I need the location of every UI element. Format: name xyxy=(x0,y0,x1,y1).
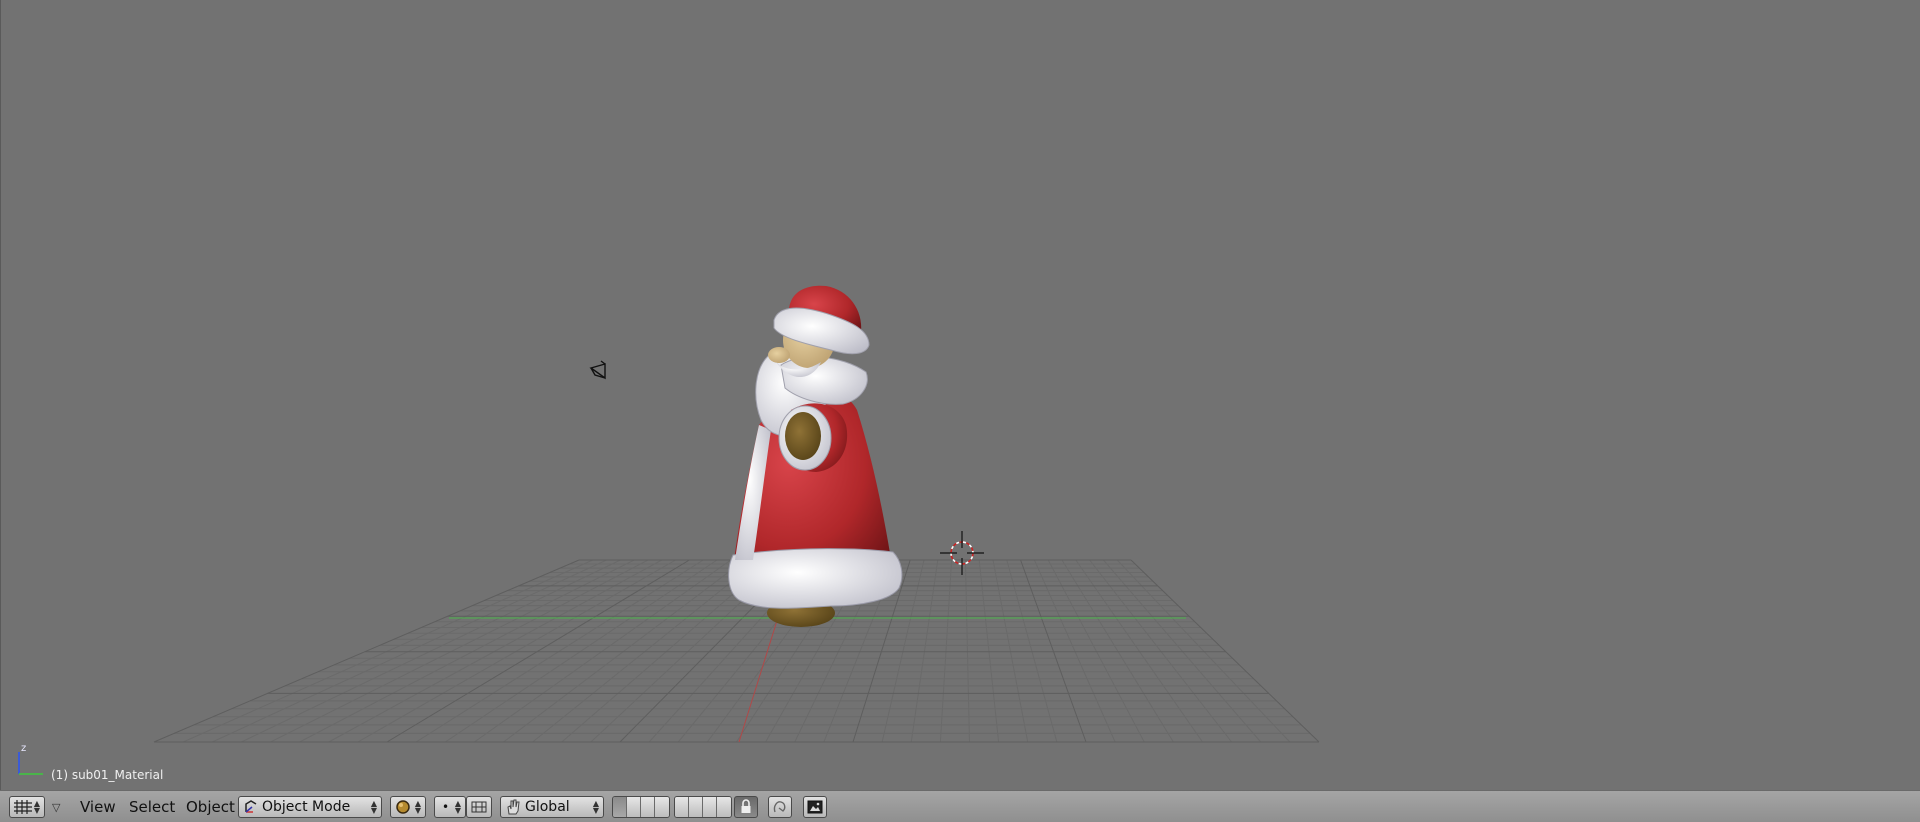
lock-layers-button[interactable] xyxy=(734,796,758,818)
view-menu[interactable]: View xyxy=(80,797,116,817)
shading-selector[interactable]: ▲ ▼ xyxy=(390,796,426,818)
santa-model[interactable] xyxy=(728,285,903,627)
layer-5-button[interactable] xyxy=(675,797,689,817)
chevron-down-icon: ▽ xyxy=(52,800,61,814)
grid-line xyxy=(299,559,649,743)
grid-line xyxy=(1047,559,1145,743)
axis-z-label: z xyxy=(21,743,26,754)
grid-line xyxy=(1116,559,1291,743)
grid-line xyxy=(357,559,676,743)
layer-8-button[interactable] xyxy=(717,797,731,817)
scene-canvas[interactable] xyxy=(1,0,1920,790)
grid-line xyxy=(964,559,970,743)
mode-selector[interactable]: Object Mode ▲ ▼ xyxy=(238,796,382,818)
grid-line xyxy=(241,559,621,743)
editor-type-selector[interactable]: ▲ ▼ xyxy=(9,796,45,818)
updown-arrows-icon: ▲ ▼ xyxy=(33,799,40,815)
grid-line xyxy=(1006,559,1058,743)
lock-icon xyxy=(741,799,751,813)
updown-arrows-icon: ▲ ▼ xyxy=(592,799,599,815)
grid-line xyxy=(1020,559,1087,743)
grid-line xyxy=(910,559,939,743)
updown-arrows-icon: ▲ ▼ xyxy=(414,799,421,815)
mode-value: Object Mode xyxy=(262,799,351,815)
grid-line xyxy=(270,559,635,743)
updown-arrows-icon: ▲ ▼ xyxy=(370,799,377,815)
grid-line xyxy=(1061,559,1174,743)
grid-line xyxy=(474,559,732,743)
transform-orientation-selector[interactable]: Global ▲ ▼ xyxy=(500,796,604,818)
layer-3-button[interactable] xyxy=(641,797,655,817)
hand-icon xyxy=(507,799,520,815)
grid-line xyxy=(992,559,1029,743)
layer-buttons-group-2[interactable] xyxy=(674,796,732,818)
select-menu[interactable]: Select xyxy=(129,797,175,817)
viewport-header: ▲ ▼ ▽ View Select Object Object Mode ▲ ▼ ▲… xyxy=(0,790,1920,822)
layer-7-button[interactable] xyxy=(703,797,717,817)
render-button[interactable] xyxy=(803,796,827,818)
layer-buttons-group-1[interactable] xyxy=(612,796,670,818)
grid-line xyxy=(978,559,1000,743)
grid-line xyxy=(328,559,663,743)
object-menu[interactable]: Object xyxy=(186,797,235,817)
header-collapse-toggle[interactable]: ▽ xyxy=(52,797,60,817)
grid-line xyxy=(153,559,580,743)
3d-viewport[interactable]: z (1) sub01_Material xyxy=(0,0,1920,790)
layer-2-button[interactable] xyxy=(627,797,641,817)
ghost-icon xyxy=(773,801,786,813)
grid-line xyxy=(415,559,704,743)
grid-line xyxy=(939,559,953,743)
grid-line xyxy=(1103,559,1262,743)
layer-4-button[interactable] xyxy=(655,797,669,817)
pivot-point-icon: • xyxy=(442,800,450,814)
updown-arrows-icon: ▲ ▼ xyxy=(454,799,461,815)
snap-toggle[interactable] xyxy=(768,796,792,818)
grid-line xyxy=(386,559,690,743)
grid-line xyxy=(1089,559,1233,743)
grid-line xyxy=(182,559,594,743)
grid-line xyxy=(212,559,607,743)
viewport-grid-icon xyxy=(14,800,32,814)
axis-gizmo: z xyxy=(18,743,43,775)
object-mode-icon xyxy=(245,800,257,813)
grid-line xyxy=(1130,559,1320,743)
camera-object[interactable] xyxy=(589,360,606,380)
transform-orientation-value: Global xyxy=(525,799,570,815)
grid-line xyxy=(1033,559,1116,743)
pivot-point-selector[interactable]: • ▲ ▼ xyxy=(434,796,466,818)
grid-line xyxy=(444,559,718,743)
grid-line xyxy=(503,559,745,743)
grid-line xyxy=(1075,559,1203,743)
object-info-label: (1) sub01_Material xyxy=(51,768,164,782)
layer-6-button[interactable] xyxy=(689,797,703,817)
layer-1-button[interactable] xyxy=(613,797,627,817)
manipulator-toggle[interactable] xyxy=(466,796,492,818)
shading-solid-icon xyxy=(396,800,410,814)
manipulator-icon xyxy=(471,801,487,813)
grid-line xyxy=(532,559,759,743)
render-icon xyxy=(807,800,823,814)
